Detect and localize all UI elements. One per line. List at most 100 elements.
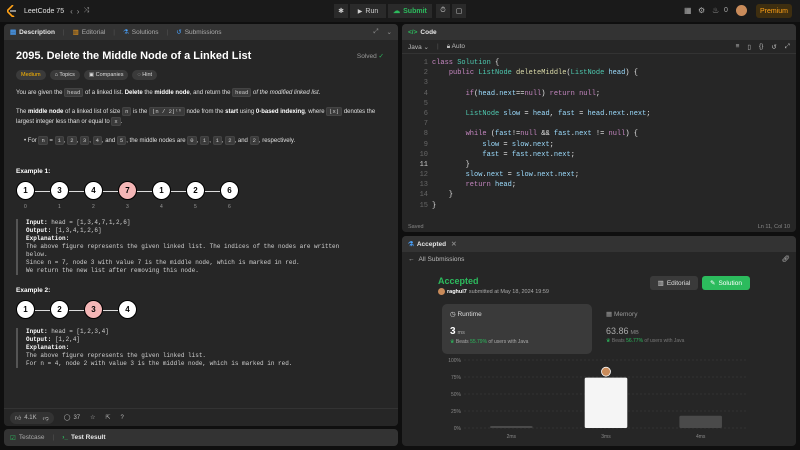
y-tick-label: 75% xyxy=(451,375,462,381)
code-panel: </> Code Java ⌄ | 🔒︎ Auto ≡ ▯ {} ↺ ⤢ 1 cl… xyxy=(402,24,796,232)
line-number: 8 xyxy=(423,130,428,139)
code-text: return head; xyxy=(465,181,517,190)
close-tab-icon[interactable]: ✕ xyxy=(451,240,456,248)
auto-mode-toggle[interactable]: 🔒︎ Auto xyxy=(447,43,465,51)
all-submissions-link[interactable]: All Submissions xyxy=(419,256,465,263)
premium-button[interactable]: Premium xyxy=(756,4,792,18)
collapse-chevron-icon[interactable]: ⌄ xyxy=(387,28,392,36)
leetcode-logo[interactable] xyxy=(6,5,18,17)
user-avatar[interactable] xyxy=(736,5,747,16)
solution-button[interactable]: ✎ Solution xyxy=(702,276,750,290)
notes-button[interactable]: ▢ xyxy=(452,4,466,18)
problem-statement: You are given the head of a linked list.… xyxy=(16,88,321,97)
share-icon[interactable]: ⇱ xyxy=(106,414,111,421)
run-button[interactable]: ▶ Run xyxy=(350,4,386,18)
bug-icon: ✱ xyxy=(338,8,344,15)
link-arrow xyxy=(35,191,50,192)
tab-submissions[interactable]: ↺ Submissions xyxy=(176,28,221,37)
list-node: 3 xyxy=(50,181,69,200)
fullscreen-icon[interactable]: ⤢ xyxy=(785,43,790,51)
difficulty-badge[interactable]: Medium xyxy=(16,70,46,80)
list-chevron-right-icon[interactable]: › xyxy=(77,7,80,16)
language-select[interactable]: Java ⌄ xyxy=(408,43,429,51)
submitter-name[interactable]: raghul7 xyxy=(447,289,467,295)
code-line[interactable]: 14 } xyxy=(402,190,796,200)
y-tick-label: 100% xyxy=(448,358,461,364)
link-arrow xyxy=(171,191,186,192)
layout-icon[interactable]: ▦ xyxy=(684,6,692,15)
code-line[interactable]: 15} xyxy=(402,201,796,211)
code-line[interactable]: 11 } xyxy=(402,160,796,170)
node-index: 1 xyxy=(58,204,61,210)
bar[interactable] xyxy=(490,425,533,428)
editorial-button[interactable]: ▥ Editorial xyxy=(650,276,698,290)
x-tick-label: 4ms xyxy=(696,434,706,440)
memory-card[interactable]: ▦ Memory 63.86 MB ♛ Beats 56.77% of user… xyxy=(598,304,748,354)
code-editor[interactable]: 1 class Solution {2 public ListNode delet… xyxy=(402,58,796,211)
expand-icon[interactable]: ⤢ xyxy=(373,28,378,36)
comments-button[interactable]: ◯ 37 xyxy=(64,414,80,422)
code-text: slow = slow.next; xyxy=(482,140,554,149)
code-text: if(head.next==null) return null; xyxy=(465,89,601,98)
code-line[interactable]: 7 xyxy=(402,119,796,129)
topics-chip[interactable]: ⌂ Topics xyxy=(49,70,80,80)
thumbs-up-icon: 👍︎ xyxy=(15,415,22,422)
hint-chip[interactable]: ◌ Hint xyxy=(132,70,158,80)
list-chevron-left-icon[interactable]: ‹ xyxy=(70,7,73,16)
node-index: 5 xyxy=(194,204,197,210)
link-arrow xyxy=(69,310,84,311)
companies-chip[interactable]: ▣ Companies xyxy=(83,70,129,80)
check-circle-icon: ✓ xyxy=(378,53,384,60)
code-line[interactable]: 12 slow.next = slow.next.next; xyxy=(402,170,796,180)
timer-button[interactable]: ⏱ xyxy=(436,4,450,18)
note-icon: ▢ xyxy=(455,8,463,15)
line-number: 4 xyxy=(423,89,428,98)
code-line[interactable]: 5 xyxy=(402,99,796,109)
save-status: Saved xyxy=(408,224,424,230)
code-line[interactable]: 6 ListNode slow = head, fast = head.next… xyxy=(402,109,796,119)
tab-test-result[interactable]: ›_ Test Result xyxy=(62,434,105,441)
list-node: 4 xyxy=(118,300,137,319)
code-line[interactable]: 3 xyxy=(402,78,796,88)
star-icon[interactable]: ☆ xyxy=(90,414,95,421)
problem-list-title[interactable]: LeetCode 75 xyxy=(24,8,64,15)
cloud-upload-icon: ☁ xyxy=(393,8,401,15)
feedback-icon[interactable]: ? xyxy=(121,415,124,421)
code-line[interactable]: 13 return head; xyxy=(402,180,796,190)
code-line[interactable]: 8 while (fast!=null && fast.next != null… xyxy=(402,129,796,139)
reset-icon[interactable]: ↺ xyxy=(771,43,776,51)
submit-button[interactable]: ☁ Submit xyxy=(388,4,432,18)
tab-testcase[interactable]: ☑ Testcase xyxy=(10,434,44,442)
runtime-card[interactable]: ◷ Runtime 3 ms ♛ Beats 55.79% of users w… xyxy=(442,304,592,354)
code-line[interactable]: 2 public ListNode deleteMiddle(ListNode … xyxy=(402,68,796,78)
link-icon[interactable]: 🔗︎ xyxy=(782,255,790,263)
code-line[interactable]: 10 fast = fast.next.next; xyxy=(402,150,796,160)
tab-code[interactable]: </> Code xyxy=(408,29,437,36)
code-line[interactable]: 9 slow = slow.next; xyxy=(402,140,796,150)
testcase-bar: ☑ Testcase | ›_ Test Result xyxy=(4,429,398,446)
tab-accepted[interactable]: ⚗ Accepted ✕ xyxy=(408,240,457,249)
back-arrow-icon[interactable]: ← xyxy=(408,256,415,263)
code-line[interactable]: 4 if(head.next==null) return null; xyxy=(402,89,796,99)
bar[interactable] xyxy=(679,415,722,428)
tab-description[interactable]: ▤ Description xyxy=(10,28,55,37)
edit-icon: ✎ xyxy=(710,280,716,287)
shuffle-icon[interactable]: ⤨ xyxy=(83,7,89,15)
code-panel-header: </> Code xyxy=(402,24,796,40)
like-button[interactable]: 👍︎ 4.1K 👎︎ xyxy=(10,411,54,424)
settings-gear-icon[interactable]: ⚙ xyxy=(698,6,705,15)
tab-editorial[interactable]: ▥ Editorial xyxy=(73,28,106,37)
braces-icon[interactable]: {} xyxy=(759,43,763,50)
code-line[interactable]: 1 class Solution { xyxy=(402,58,796,68)
bar-highlight[interactable] xyxy=(584,377,628,428)
bookmark-icon[interactable]: ▯ xyxy=(747,43,751,51)
runtime-title: ◷ Runtime xyxy=(450,311,482,318)
debug-button[interactable]: ✱ xyxy=(334,4,348,18)
tab-solutions[interactable]: ⚗ Solutions xyxy=(123,28,159,37)
format-icon[interactable]: ≡ xyxy=(736,43,740,50)
trophy-icon: ♛ xyxy=(606,338,611,344)
line-number: 9 xyxy=(423,140,428,149)
tab-divider: | xyxy=(113,28,115,36)
streak-fire-icon[interactable]: ♨ xyxy=(712,6,719,15)
description-panel: ▤ Description | ▥ Editorial | ⚗ Solution… xyxy=(4,24,398,426)
